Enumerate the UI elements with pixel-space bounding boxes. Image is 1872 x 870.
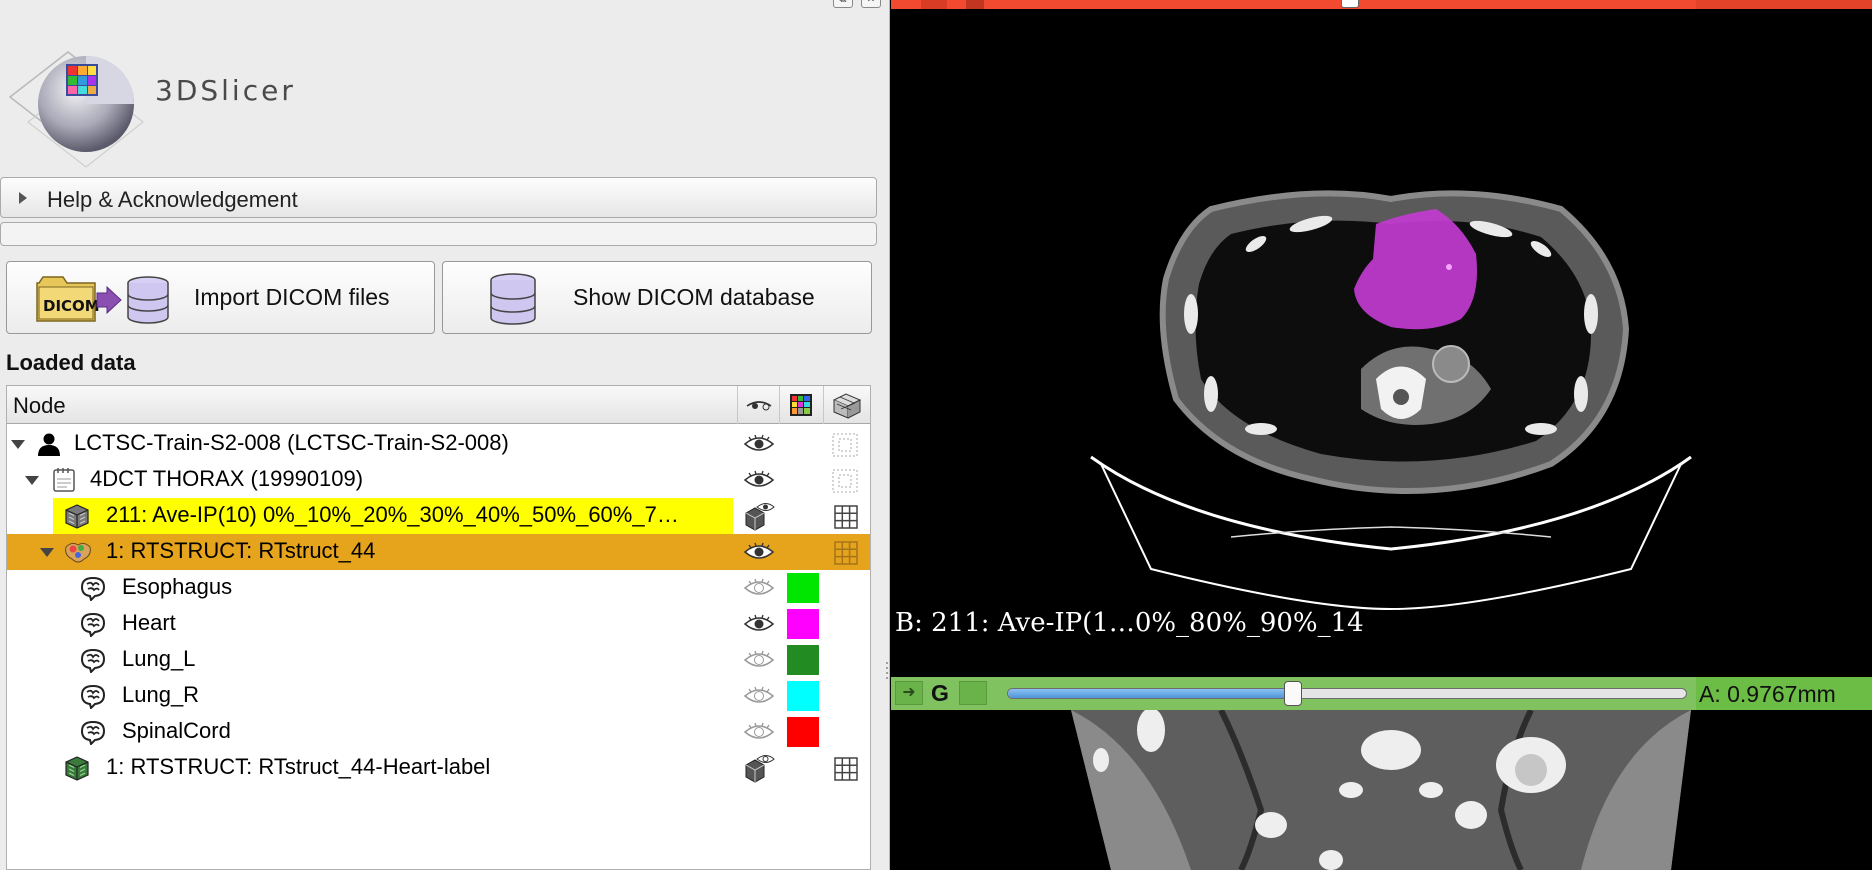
transform-dotted-icon[interactable] <box>830 431 860 459</box>
collapse-arrow-icon[interactable] <box>40 548 54 557</box>
green-view-letter: G <box>931 680 949 706</box>
green-slice-slider[interactable] <box>1007 688 1687 699</box>
slice-viewers: B: 211: Ave-IP(1…0%_80%_90%_14 ➜ G A: 0.… <box>886 0 1872 870</box>
red-offset-box <box>1696 0 1872 9</box>
green-offset-value: A: 0.9767mm <box>1699 681 1836 707</box>
tree-row-segment-lung-r[interactable]: Lung_R <box>7 678 870 714</box>
dicom-folder-text: DICOM <box>43 297 100 315</box>
show-dicom-database-button[interactable]: Show DICOM database <box>442 261 872 334</box>
splitter-handle-icon[interactable] <box>885 660 889 680</box>
tree-row-label: LCTSC-Train-S2-008 (LCTSC-Train-S2-008) <box>74 430 509 455</box>
tree-row-label: 4DCT THORAX (19990109) <box>90 466 364 491</box>
column-node-header[interactable]: Node <box>13 393 66 419</box>
tree-row-label: 1: RTSTRUCT: RTstruct_44 <box>106 538 376 563</box>
help-label: Help & Acknowledgement <box>47 187 298 212</box>
tree-row-label: Lung_L <box>122 646 196 671</box>
visibility-column-header[interactable] <box>737 386 779 424</box>
tree-row-segment-lung-l[interactable]: Lung_L <box>7 642 870 678</box>
import-dicom-button[interactable]: DICOM Import DICOM files <box>6 261 435 334</box>
tree-row-label: Heart <box>122 610 176 635</box>
red-link-button[interactable] <box>966 0 984 9</box>
segmentation-icon <box>65 542 91 563</box>
study-icon <box>53 468 75 492</box>
color-column-header[interactable] <box>779 386 823 424</box>
tree-row-labelmap[interactable]: 1: RTSTRUCT: RTstruct_44-Heart-label <box>7 750 870 786</box>
coronal-slice-view[interactable] <box>891 710 1872 870</box>
eye-visible-icon[interactable] <box>743 433 775 455</box>
labelmap-icon <box>65 756 89 781</box>
aorta <box>1432 345 1470 383</box>
loaded-data-title: Loaded data <box>6 350 136 375</box>
red-pin-button[interactable] <box>921 0 947 9</box>
slider-fill <box>1008 689 1293 698</box>
green-slice-controller[interactable]: ➜ G A: 0.9767mm <box>891 677 1872 710</box>
segment-icon <box>80 648 106 673</box>
database-icon <box>490 273 536 325</box>
tree-row-volume[interactable]: 211: Ave-IP(10) 0%_10%_20%_30%_40%_50%_6… <box>7 498 870 534</box>
grid-icon[interactable] <box>834 757 858 781</box>
eye-closed-icon <box>746 401 772 411</box>
tree-header: Node <box>7 386 870 424</box>
volume-visibility-icon[interactable] <box>743 501 775 531</box>
segment-color-swatch[interactable] <box>787 645 819 675</box>
tree-row-segment-esophagus[interactable]: Esophagus <box>7 570 870 606</box>
segment-color-swatch[interactable] <box>787 717 819 747</box>
volume-visibility-icon[interactable] <box>743 753 775 783</box>
transform-icon <box>832 393 862 419</box>
import-dicom-label: Import DICOM files <box>194 284 390 310</box>
tree-row-label: 211: Ave-IP(10) 0%_10%_20%_30%_40%_50%_6… <box>106 502 679 527</box>
undock-button[interactable]: ⧉ <box>833 0 853 8</box>
collapse-arrow-icon[interactable] <box>11 440 25 449</box>
tree-row-label: Esophagus <box>122 574 233 599</box>
tree-row-label: 1: RTSTRUCT: RTstruct_44-Heart-label <box>106 754 491 779</box>
slicer-logo-icon <box>8 51 144 168</box>
segment-color-swatch[interactable] <box>787 681 819 711</box>
module-panel: ⧉ ✕ 3DSlicer Help & Acknowledgement <box>0 0 890 870</box>
segment-color-swatch[interactable] <box>787 573 819 603</box>
subject-hierarchy-tree[interactable]: Node LCTSC-Train-S2-008 (LCTSC-Train-S2-… <box>6 385 871 870</box>
tree-row-segmentation[interactable]: 1: RTSTRUCT: RTstruct_44 <box>7 534 870 570</box>
segment-icon <box>80 612 106 637</box>
close-panel-button[interactable]: ✕ <box>861 0 881 8</box>
eye-hidden-icon[interactable] <box>743 685 775 707</box>
tree-row-patient[interactable]: LCTSC-Train-S2-008 (LCTSC-Train-S2-008) <box>7 426 870 462</box>
patient-icon <box>38 433 60 456</box>
tree-row-segment-heart[interactable]: Heart <box>7 606 870 642</box>
axial-volume-label: B: 211: Ave-IP(1…0%_80%_90%_14 <box>895 608 1364 638</box>
app-title: 3DSlicer <box>155 74 296 107</box>
dicom-import-icon: DICOM <box>36 276 169 324</box>
tree-row-label: SpinalCord <box>122 718 231 743</box>
panel-top-buttons: ⧉ ✕ <box>833 0 881 8</box>
expand-arrow-icon <box>19 192 27 204</box>
green-slider-handle[interactable] <box>1283 681 1302 706</box>
tree-row-label: Lung_R <box>122 682 200 707</box>
color-table-icon <box>790 394 812 416</box>
eye-hidden-icon[interactable] <box>743 721 775 743</box>
collapse-arrow-icon[interactable] <box>25 476 39 485</box>
segment-icon <box>80 684 106 709</box>
eye-hidden-icon[interactable] <box>743 577 775 599</box>
eye-visible-icon[interactable] <box>743 541 775 563</box>
eye-visible-icon[interactable] <box>743 613 775 635</box>
grid-icon[interactable] <box>834 505 858 529</box>
grid-icon[interactable] <box>834 541 858 565</box>
segment-icon <box>80 720 106 745</box>
eye-visible-icon[interactable] <box>743 469 775 491</box>
empty-collapsible-bar[interactable] <box>0 222 877 246</box>
show-dicom-database-label: Show DICOM database <box>573 284 815 310</box>
volume-icon <box>65 504 89 529</box>
help-acknowledgement-section[interactable]: Help & Acknowledgement <box>0 177 877 218</box>
tree-row-study[interactable]: 4DCT THORAX (19990109) <box>7 462 870 498</box>
segment-color-swatch[interactable] <box>787 609 819 639</box>
eye-hidden-icon[interactable] <box>743 649 775 671</box>
tree-row-segment-spinalcord[interactable]: SpinalCord <box>7 714 870 750</box>
axial-slice-view[interactable] <box>891 9 1872 675</box>
transform-column-header[interactable] <box>823 386 870 424</box>
link-icon[interactable] <box>959 681 987 705</box>
transform-dotted-icon[interactable] <box>830 467 860 495</box>
segment-icon <box>80 576 106 601</box>
pin-icon[interactable]: ➜ <box>895 681 923 705</box>
red-slice-controller[interactable] <box>891 0 1872 9</box>
red-slider-handle[interactable] <box>1341 0 1359 8</box>
